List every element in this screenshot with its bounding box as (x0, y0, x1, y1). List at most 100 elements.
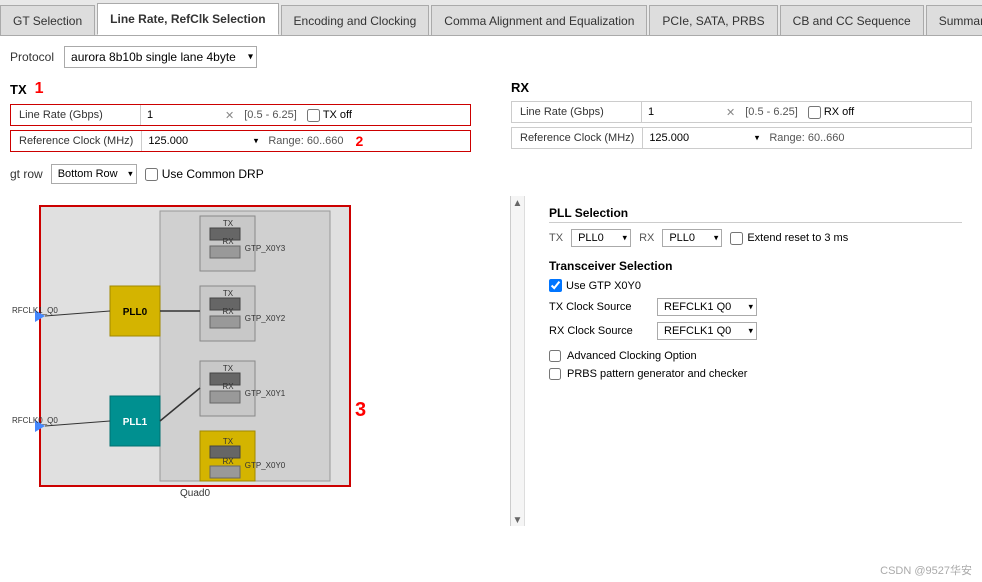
protocol-select[interactable]: aurora 8b10b single lane 4byte (64, 46, 257, 68)
tab-pcie[interactable]: PCIe, SATA, PRBS (649, 5, 777, 35)
svg-text:TX: TX (223, 437, 234, 446)
rx-off-label[interactable]: RX off (808, 106, 854, 119)
rx-refclock-select[interactable]: 125.000 (643, 129, 763, 147)
svg-text:TX: TX (223, 289, 234, 298)
rx-line-rate-label: Line Rate (Gbps) (512, 102, 642, 122)
right-area: ▲ ▼ PLL Selection TX PLL0 RX (510, 196, 972, 526)
gt-select[interactable]: Bottom Row (51, 164, 137, 184)
svg-text:RFCLK1_Q0: RFCLK1_Q0 (12, 306, 58, 315)
scroll-up[interactable]: ▲ (513, 198, 523, 209)
gt-row-label: gt row (10, 167, 43, 181)
option-row-1: PRBS pattern generator and checker (549, 368, 962, 380)
svg-text:Quad0: Quad0 (180, 488, 210, 499)
tx-refclock-select[interactable]: 125.000 (142, 132, 262, 150)
tx-off-label[interactable]: TX off (307, 109, 352, 122)
protocol-label: Protocol (10, 50, 54, 64)
tab-encoding[interactable]: Encoding and Clocking (281, 5, 430, 35)
rx-clock-label: RX Clock Source (549, 325, 649, 337)
tab-summary[interactable]: Summary (926, 5, 982, 35)
extend-label: Extend reset to 3 ms (747, 232, 848, 244)
pll-rx-select-wrapper: PLL0 (662, 229, 722, 247)
svg-text:GTP_X0Y1: GTP_X0Y1 (245, 389, 286, 398)
gt-row: gt row Bottom Row Use Common DRP (10, 164, 972, 184)
tx-clock-select[interactable]: REFCLK1 Q0 (657, 298, 757, 316)
tx-rx-row: TX 1 Line Rate (Gbps) ✕ [0.5 - 6.25] TX … (10, 80, 972, 156)
svg-text:RX: RX (222, 457, 234, 466)
svg-text:RFCLK0_Q0: RFCLK0_Q0 (12, 416, 58, 425)
tx-section: TX 1 Line Rate (Gbps) ✕ [0.5 - 6.25] TX … (10, 80, 471, 156)
rx-refclock-row: Reference Clock (MHz) 125.000 Range: 60.… (511, 127, 972, 149)
tx-label: TX (10, 82, 27, 97)
extend-checkbox[interactable] (730, 232, 743, 245)
tx-refclock-label: Reference Clock (MHz) (11, 131, 142, 151)
tx-line-rate-row: Line Rate (Gbps) ✕ [0.5 - 6.25] TX off (10, 104, 471, 126)
rx-off-checkbox[interactable] (808, 106, 821, 119)
tab-cb-cc[interactable]: CB and CC Sequence (780, 5, 924, 35)
drp-checkbox[interactable] (145, 168, 158, 181)
tx-clock-select-wrapper: REFCLK1 Q0 (657, 298, 757, 316)
pll-row: TX PLL0 RX PLL0 (549, 229, 962, 247)
svg-text:RX: RX (222, 382, 234, 391)
option-row-0: Advanced Clocking Option (549, 350, 962, 362)
tx-clock-label: TX Clock Source (549, 301, 649, 313)
rx-clock-select[interactable]: REFCLK1 Q0 (657, 322, 757, 340)
svg-text:GTP_X0Y3: GTP_X0Y3 (245, 244, 286, 253)
rx-line-rate-input[interactable] (642, 102, 722, 122)
tx-line-rate-label: Line Rate (Gbps) (11, 105, 141, 125)
tabs-bar: GT Selection Line Rate, RefClk Selection… (0, 0, 982, 36)
transceiver-section: Transceiver Selection Use GTP X0Y0 TX Cl… (549, 259, 962, 340)
tx-refclock-select-wrapper: 125.000 (142, 132, 262, 150)
watermark: CSDN @9527华安 (880, 562, 972, 578)
right-content: PLL Selection TX PLL0 RX PLL0 (539, 196, 972, 526)
bottom-panels: TX RX GTP_X0Y3 TX RX GTP_X0Y2 TX RX GTP_… (10, 196, 972, 526)
svg-text:GTP_X0Y2: GTP_X0Y2 (245, 314, 286, 323)
rx-section: RX Line Rate (Gbps) ✕ [0.5 - 6.25] RX of… (511, 80, 972, 156)
svg-text:TX: TX (223, 364, 234, 373)
tx-line-rate-input[interactable] (141, 105, 221, 125)
tx-refclock-number: 2 (356, 133, 364, 149)
rx-line-rate-clear[interactable]: ✕ (722, 106, 739, 119)
tx-number: 1 (35, 80, 44, 98)
svg-text:3: 3 (355, 399, 366, 421)
rx-refclock-select-wrapper: 125.000 (643, 129, 763, 147)
extend-checkbox-label[interactable]: Extend reset to 3 ms (730, 232, 848, 245)
svg-text:PLL0: PLL0 (123, 307, 148, 318)
svg-text:TX: TX (223, 219, 234, 228)
rx-label: RX (511, 80, 529, 95)
protocol-row: Protocol aurora 8b10b single lane 4byte (10, 46, 972, 68)
pll-tx-label: TX (549, 232, 563, 244)
use-gtp-text: Use GTP X0Y0 (566, 280, 641, 292)
option-label-1: PRBS pattern generator and checker (567, 368, 747, 380)
tx-refclock-range: Range: 60..660 (262, 135, 349, 147)
tx-off-text: TX off (323, 109, 352, 121)
rx-line-rate-range: [0.5 - 6.25] (739, 106, 804, 118)
diagram-panel: TX RX GTP_X0Y3 TX RX GTP_X0Y2 TX RX GTP_… (10, 196, 510, 526)
tx-off-checkbox[interactable] (307, 109, 320, 122)
use-gtp-checkbox[interactable] (549, 279, 562, 292)
svg-text:PLL1: PLL1 (123, 417, 148, 428)
tx-refclock-row: Reference Clock (MHz) 125.000 Range: 60.… (10, 130, 471, 152)
tab-comma[interactable]: Comma Alignment and Equalization (431, 5, 647, 35)
diagram-svg: TX RX GTP_X0Y3 TX RX GTP_X0Y2 TX RX GTP_… (10, 196, 390, 506)
options-section: Advanced Clocking Option PRBS pattern ge… (549, 350, 962, 380)
tx-clock-row: TX Clock Source REFCLK1 Q0 (549, 298, 962, 316)
rx-header: RX (511, 80, 972, 95)
scroll-down[interactable]: ▼ (513, 515, 523, 526)
option-checkbox-0[interactable] (549, 350, 561, 362)
drp-checkbox-label[interactable]: Use Common DRP (145, 167, 264, 181)
tab-line-rate[interactable]: Line Rate, RefClk Selection (97, 3, 278, 35)
tx-line-rate-clear[interactable]: ✕ (221, 109, 238, 122)
rx-clock-select-wrapper: REFCLK1 Q0 (657, 322, 757, 340)
pll-tx-select[interactable]: PLL0 (571, 229, 631, 247)
pll-rx-select[interactable]: PLL0 (662, 229, 722, 247)
tx-header: TX 1 (10, 80, 471, 98)
protocol-select-wrapper: aurora 8b10b single lane 4byte (64, 46, 257, 68)
rx-line-rate-row: Line Rate (Gbps) ✕ [0.5 - 6.25] RX off (511, 101, 972, 123)
pll-title: PLL Selection (549, 206, 962, 223)
pll-section: PLL Selection TX PLL0 RX PLL0 (549, 206, 962, 247)
tab-gt-selection[interactable]: GT Selection (0, 5, 95, 35)
option-checkbox-1[interactable] (549, 368, 561, 380)
option-label-0: Advanced Clocking Option (567, 350, 697, 362)
svg-text:RX: RX (222, 307, 234, 316)
use-gtp-label[interactable]: Use GTP X0Y0 (549, 279, 641, 292)
